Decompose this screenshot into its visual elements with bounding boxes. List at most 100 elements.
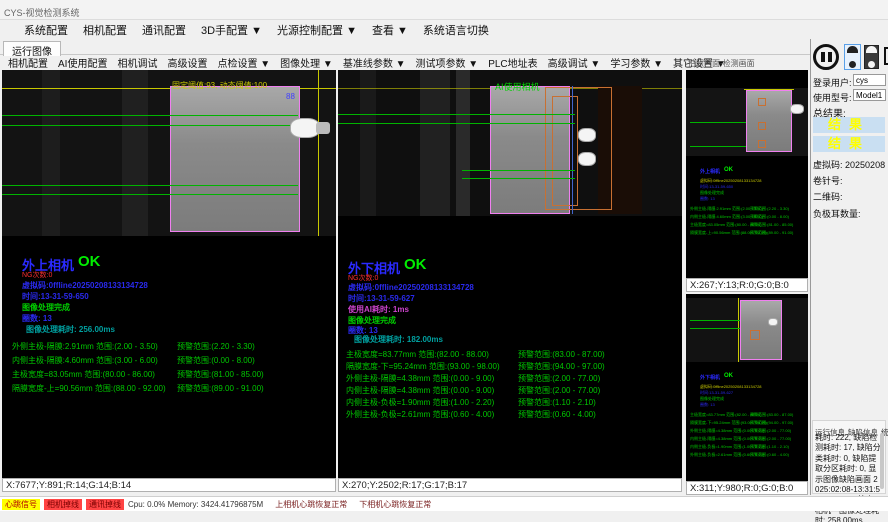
cpu-memory-readout: Cpu: 0.0% Memory: 3424.41796875M [128, 500, 263, 509]
camera-status-ok: OK [78, 253, 101, 270]
info-scrollbar[interactable] [880, 433, 884, 489]
tab-run-image[interactable]: 运行图像 [3, 41, 61, 56]
thumb-roll [740, 300, 782, 360]
menu-comm-config[interactable]: 通讯配置 [142, 22, 186, 38]
measurement-value: 主极宽度=83.05mm 范围:(80.00 - 86.00) [12, 370, 155, 379]
bright-blob [578, 128, 596, 142]
thumb-measure: 预警范围:(89.00 - 91.00) [750, 230, 793, 236]
thumb-green-line [690, 146, 746, 147]
login-user-field[interactable] [853, 74, 886, 86]
measurement-row: 内侧主极-负极=1.90mm 范围:(1.00 - 2.20) 预警范围:(1.… [346, 397, 682, 408]
pause-button[interactable] [813, 44, 839, 70]
thumb-camera-name: 外下相机 [700, 374, 720, 381]
upper-camera-heartbeat-msg: 上相机心跳恢复正常 [275, 499, 347, 510]
measure-line-green [462, 178, 575, 179]
menu-language-switch[interactable]: 系统语言切换 [423, 22, 489, 38]
comm-offline-badge: 通讯掉线 [86, 499, 124, 510]
thumb-measure: 预警范围:(0.60 - 4.00) [750, 452, 789, 458]
elapsed-label: 图像处理耗时: 256.00ms [26, 324, 115, 335]
tool-plc-address-table[interactable]: PLC地址表 [488, 55, 537, 70]
thumb-connector [790, 104, 804, 114]
menu-3d-hand-config[interactable]: 3D手配置 ▼ [201, 22, 262, 38]
login-user-label: 登录用户: [813, 76, 852, 89]
window-title: CYS-视觉检测系统 [4, 6, 80, 19]
operator-button[interactable] [864, 45, 879, 69]
measurement-warn-range: 预警范围:(0.60 - 4.00) [518, 409, 596, 420]
measurement-warn-range: 预警范围:(89.00 - 91.00) [177, 383, 264, 394]
thumbnail-header: 拍照画面-检测画面 [688, 58, 755, 69]
measurement-warn-range: 预警范围:(1.10 - 2.10) [518, 397, 596, 408]
connector-tail [316, 122, 330, 134]
measurement-value: 内侧主极-隔膜=4.38mm 范围:(0.00 - 9.00) [346, 386, 494, 395]
measurement-value: 外侧主极-隔膜=4.38mm 范围:(0.00 - 9.00) [346, 374, 494, 383]
camera-status-ok: OK [404, 256, 427, 273]
measurement-value: 外侧主极-隔膜:2.91mm 范围:(2.00 - 3.50) [12, 342, 158, 351]
menu-view[interactable]: 查看 ▼ [372, 22, 408, 38]
measurement-warn-range: 预警范围:(2.00 - 77.00) [518, 385, 600, 396]
measure-line-green [338, 114, 575, 115]
tool-spot-check[interactable]: 点检设置 ▼ [217, 55, 270, 70]
processing-done-label: 图像处理完成 [22, 302, 70, 313]
virtual-code-caption: 虚拟码: 20250208 [813, 158, 885, 171]
tool-learning-params[interactable]: 学习参数 ▼ [610, 55, 663, 70]
measure-line-green [338, 123, 575, 124]
calibration-line-yellow [318, 70, 319, 236]
scene-band [360, 70, 376, 216]
tool-ai-use-config[interactable]: AI使用配置 [58, 55, 107, 70]
virtual-code-label: 虚拟码:0ffline20250208133134728 [348, 282, 474, 293]
time-label: 时间:13-31-59-650 [22, 291, 89, 302]
menu-light-control-config[interactable]: 光源控制配置 ▼ [277, 22, 357, 38]
coord-readout-thumb-lower: X:311;Y:980;R:0;G:0;B:0 [686, 481, 808, 495]
measurement-value: 隔膜宽度-下=95.24mm 范围:(93.00 - 98.00) [346, 362, 500, 371]
tool-advanced-debug[interactable]: 高级调试 ▼ [548, 55, 601, 70]
tool-test-params[interactable]: 测试项参数 ▼ [416, 55, 479, 70]
result-badge-1: 结果 [813, 117, 885, 133]
thumb-camera-name: 外上相机 [700, 168, 720, 175]
measure-line-green [2, 194, 298, 195]
measurement-row: 主极宽度=83.05mm 范围:(80.00 - 86.00) 预警范围:(81… [12, 369, 332, 380]
exit-button[interactable] [882, 44, 888, 70]
login-user-button[interactable] [844, 44, 861, 70]
measurement-row: 外侧主极-隔膜=4.38mm 范围:(0.00 - 9.00) 预警范围:(2.… [346, 373, 682, 384]
tool-camera-debug[interactable]: 相机调试 [117, 55, 157, 70]
needle-number-label: 卷针号: [813, 174, 843, 187]
tool-image-processing[interactable]: 图像处理 ▼ [280, 55, 333, 70]
pause-icon [828, 52, 832, 62]
thumb-green-line [690, 122, 746, 123]
turns-label: 圈数: 13 [22, 313, 52, 324]
camera-view-upper[interactable]: 固定阈值:93, 动态阈值:100 88 外上相机 OK NG次数:0 虚拟码:… [2, 70, 336, 478]
measurement-row: 外侧主极-隔膜:2.91mm 范围:(2.00 - 3.50) 预警范围:(2.… [12, 341, 332, 352]
toolbar: 相机配置 AI使用配置 相机调试 高级设置 点检设置 ▼ 图像处理 ▼ 基准线参… [0, 55, 684, 70]
tool-camera-config[interactable]: 相机配置 [8, 55, 48, 70]
measurement-warn-range: 预警范围:(2.00 - 77.00) [518, 373, 600, 384]
thumb-yellow-line [744, 89, 794, 90]
measurement-row: 隔膜宽度-上=90.56mm 范围:(88.00 - 92.00) 预警范围:(… [12, 383, 332, 394]
measurement-value: 外侧主极-负极=2.61mm 范围:(0.60 - 4.00) [346, 410, 494, 419]
thumbnail-upper-camera[interactable]: 外上相机 OK 虚拟码:0ffline20250208133134728 时间:… [686, 70, 808, 278]
camera-view-lower[interactable]: AI使用相机 外下相机 OK NG次数:0 虚拟码:0ffline2025020… [338, 70, 682, 478]
camera-offline-badge: 相机掉线 [44, 499, 82, 510]
tool-baseline-params[interactable]: 基准线参数 ▼ [343, 55, 406, 70]
info-panel: 运行信息缺陷信息统计信息 耗时: 222, 缺陷检测耗时: 17, 缺陷分类耗时… [812, 420, 886, 494]
thumb-orange-box [750, 330, 760, 340]
measurement-row: 主极宽度=83.77mm 范围:(82.00 - 88.00) 预警范围:(83… [346, 349, 682, 360]
bright-blob [578, 152, 596, 166]
measurement-row: 内侧主极-隔膜:4.60mm 范围:(3.00 - 6.00) 预警范围:(0.… [12, 355, 332, 366]
edge-line-blue [572, 86, 573, 214]
thumb-measure: 预警范围:(2.00 - 77.00) [750, 436, 791, 442]
tool-advanced-settings[interactable]: 高级设置 [167, 55, 207, 70]
thumbnail-lower-camera[interactable]: 外下相机 OK 虚拟码:0ffline20250208133134728 时间:… [686, 294, 808, 481]
scene-band [42, 70, 60, 236]
virtual-code-label: 虚拟码:0ffline20250208133134728 [22, 280, 148, 291]
thumb-measure: 预警范围:(81.00 - 85.00) [750, 222, 793, 228]
menu-camera-config[interactable]: 相机配置 [83, 22, 127, 38]
thumb-yellow-line [738, 298, 739, 362]
scene-band [420, 70, 450, 216]
menu-bar: 系统配置 相机配置 通讯配置 3D手配置 ▼ 光源控制配置 ▼ 查看 ▼ 系统语… [0, 20, 888, 39]
thumb-camera-status: OK [724, 373, 733, 379]
menu-system-config[interactable]: 系统配置 [24, 22, 68, 38]
model-field[interactable] [853, 89, 886, 101]
qr-code-label: 二维码: [813, 190, 843, 203]
ai-detect-box-orange-inner [552, 96, 578, 206]
model-label: 使用型号: [813, 91, 852, 104]
